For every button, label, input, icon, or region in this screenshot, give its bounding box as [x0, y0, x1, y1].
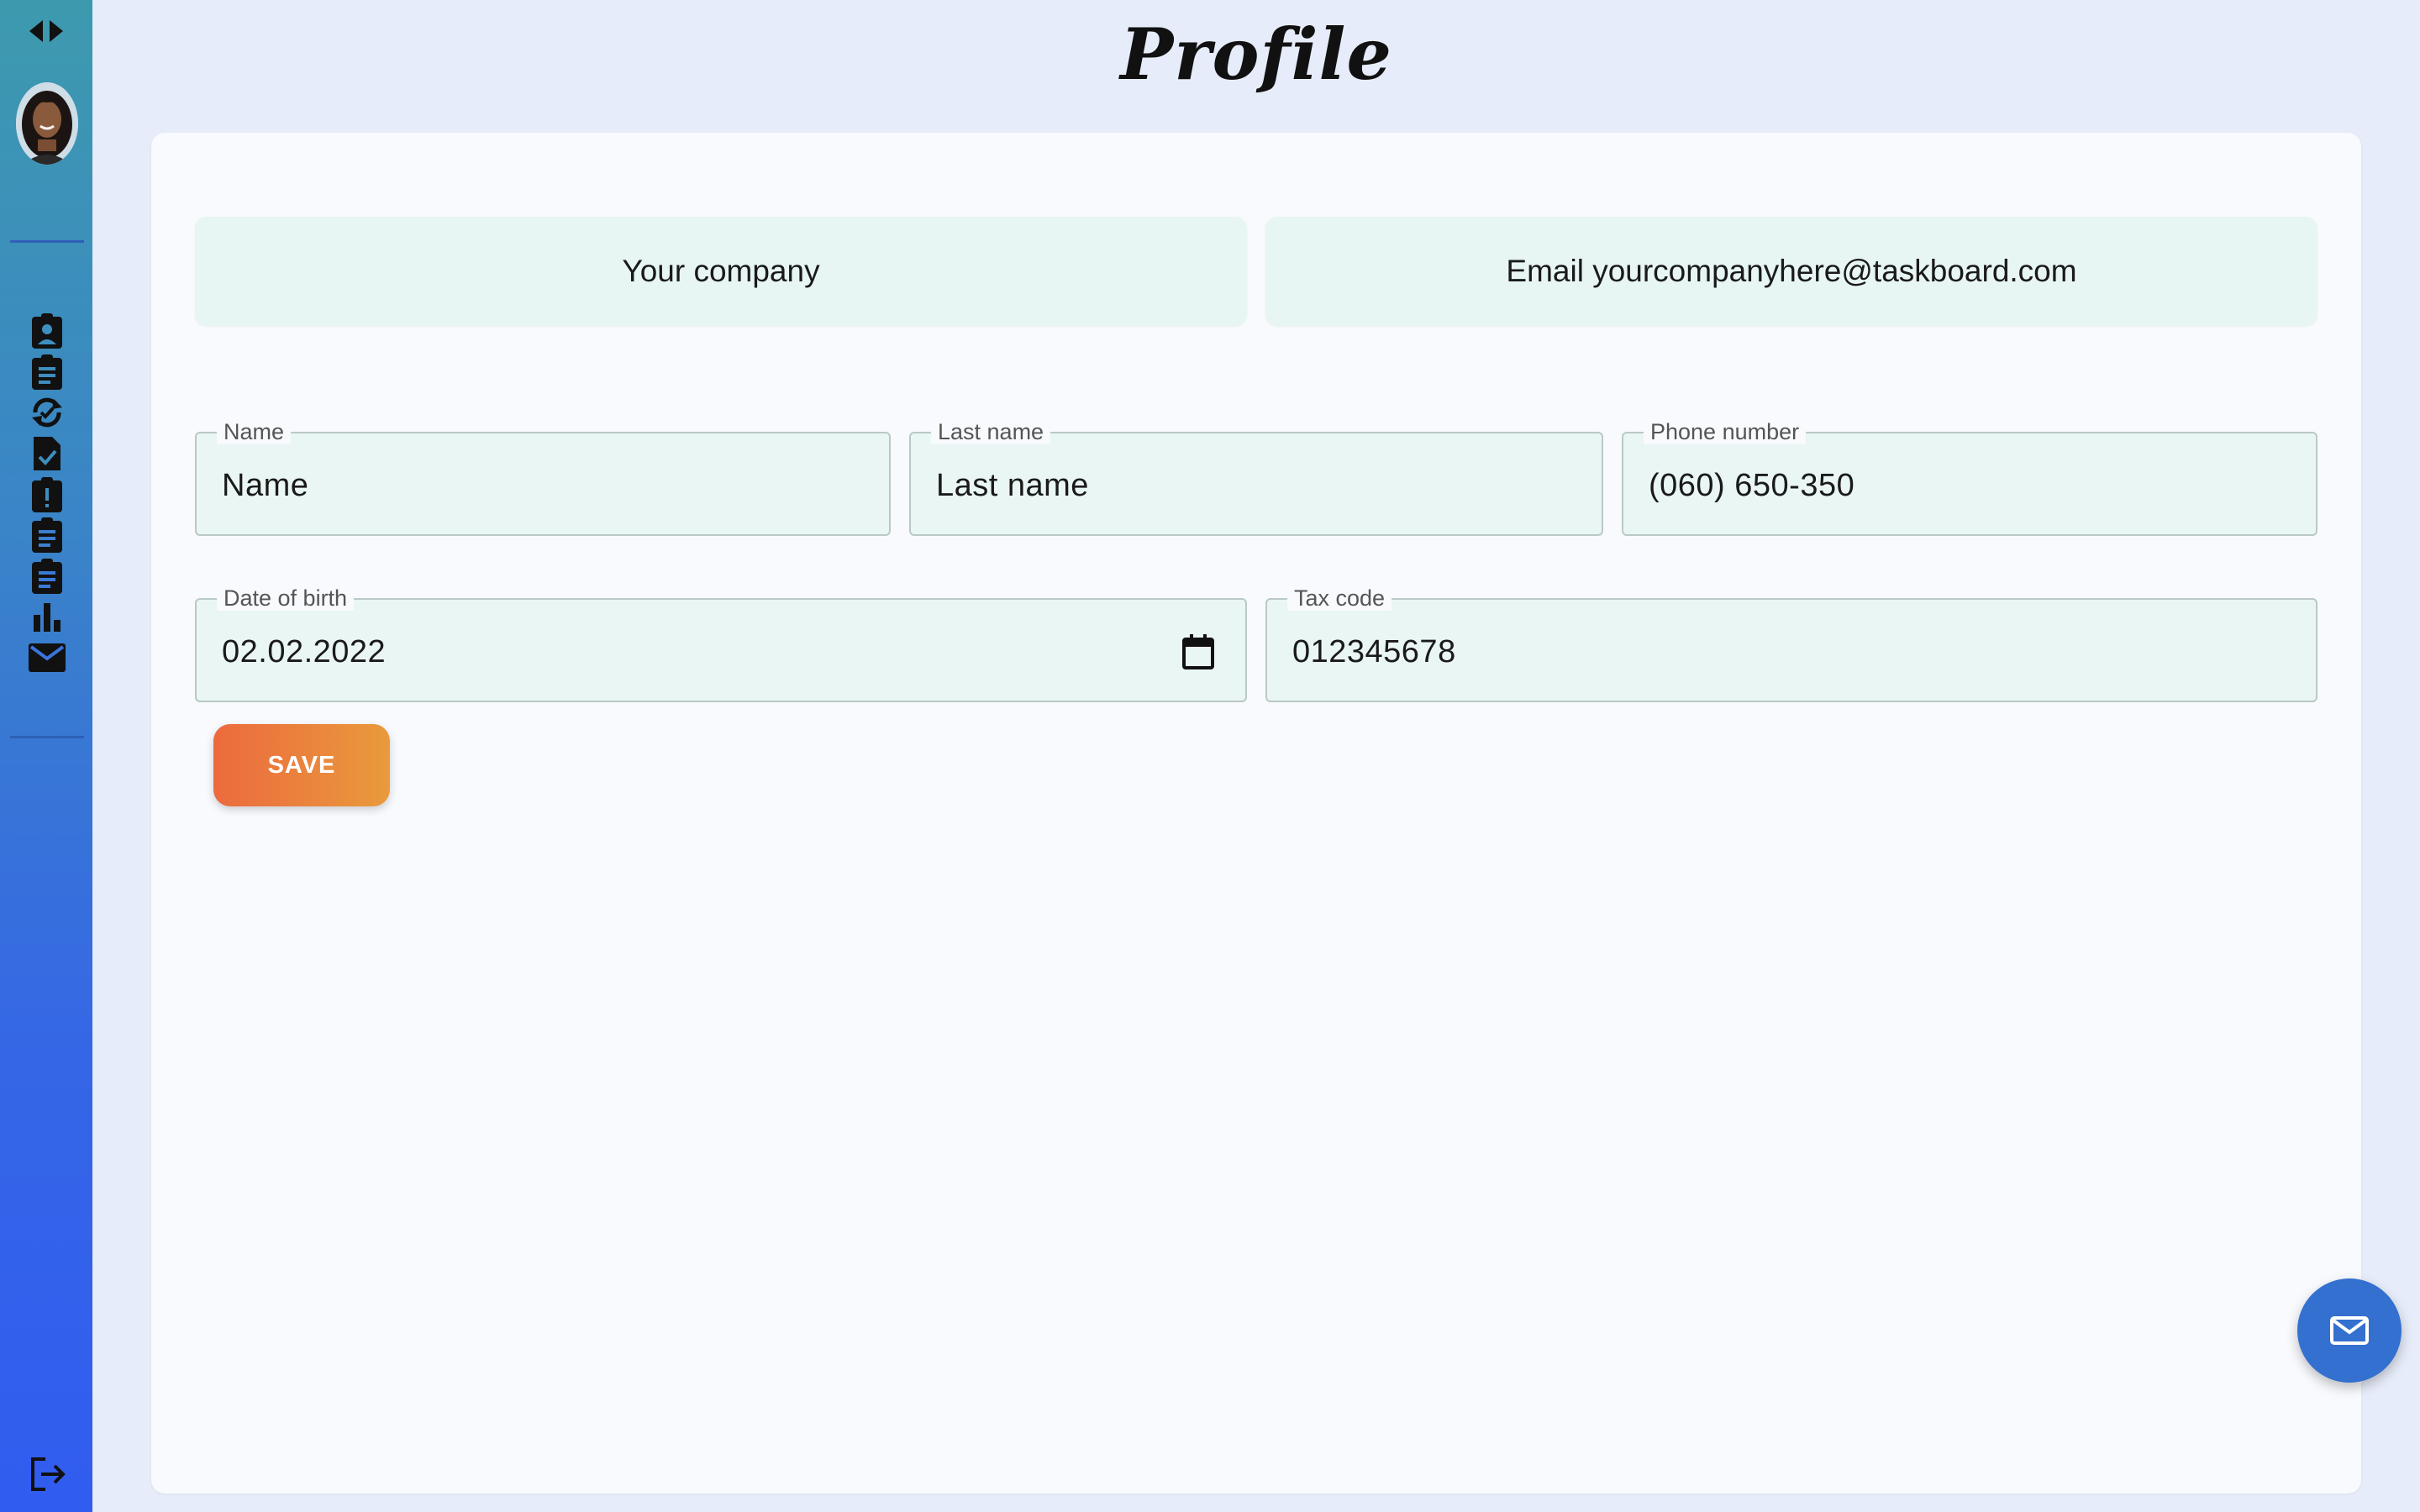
phone-input[interactable]: (060) 650-350 [1649, 433, 1854, 538]
profile-card: Your company Email yourcompanyhere@taskb… [151, 133, 2361, 1494]
sidebar-item-completed[interactable] [24, 433, 71, 475]
sync-refresh-icon [32, 398, 62, 428]
phone-field[interactable]: Phone number (060) 650-350 [1622, 419, 2317, 538]
sidebar-item-list-2[interactable] [24, 556, 71, 597]
sidebar-item-mail[interactable] [24, 638, 71, 679]
tax-code-field[interactable]: Tax code 012345678 [1265, 585, 2317, 704]
email-box: Email yourcompanyhere@taskboard.com [1265, 217, 2317, 326]
name-field[interactable]: Name Name [195, 419, 891, 538]
sidebar-item-statistics[interactable] [24, 596, 71, 638]
sidebar-item-urgent[interactable] [24, 474, 71, 515]
tax-code-input[interactable]: 012345678 [1292, 600, 1456, 704]
company-box: Your company [195, 217, 1247, 326]
sidebar-item-profile[interactable] [24, 311, 71, 352]
task-done-icon [34, 437, 60, 471]
mail-icon [29, 643, 66, 673]
last-name-input[interactable]: Last name [936, 433, 1089, 538]
page-title: Profile [1120, 13, 1392, 96]
sidebar [0, 0, 92, 1512]
assignment-list-icon [32, 517, 62, 554]
sidebar-item-tasks[interactable] [24, 352, 71, 393]
last-name-field[interactable]: Last name Last name [909, 419, 1603, 538]
sidebar-divider [10, 736, 84, 738]
name-input[interactable]: Name [222, 433, 308, 538]
sidebar-nav [24, 311, 71, 678]
sidebar-item-sync[interactable] [24, 392, 71, 433]
sidebar-divider [10, 240, 84, 243]
assignment-late-icon [32, 476, 62, 512]
message-fab-button[interactable] [2297, 1278, 2402, 1383]
assignment-list-icon [32, 558, 62, 594]
date-of-birth-input[interactable]: 02.02.2022 [222, 600, 386, 704]
logout-icon [31, 1457, 66, 1491]
logout-button[interactable] [27, 1455, 69, 1494]
mail-icon [2330, 1316, 2369, 1345]
date-of-birth-field[interactable]: Date of birth 02.02.2022 [195, 585, 1247, 704]
bar-chart-icon [34, 603, 60, 633]
assignment-icon [32, 354, 62, 390]
sidebar-item-list-1[interactable] [24, 515, 71, 556]
calendar-icon[interactable] [1181, 633, 1215, 670]
save-button[interactable]: SAVE [213, 724, 390, 806]
assignment-ind-icon [32, 313, 62, 349]
